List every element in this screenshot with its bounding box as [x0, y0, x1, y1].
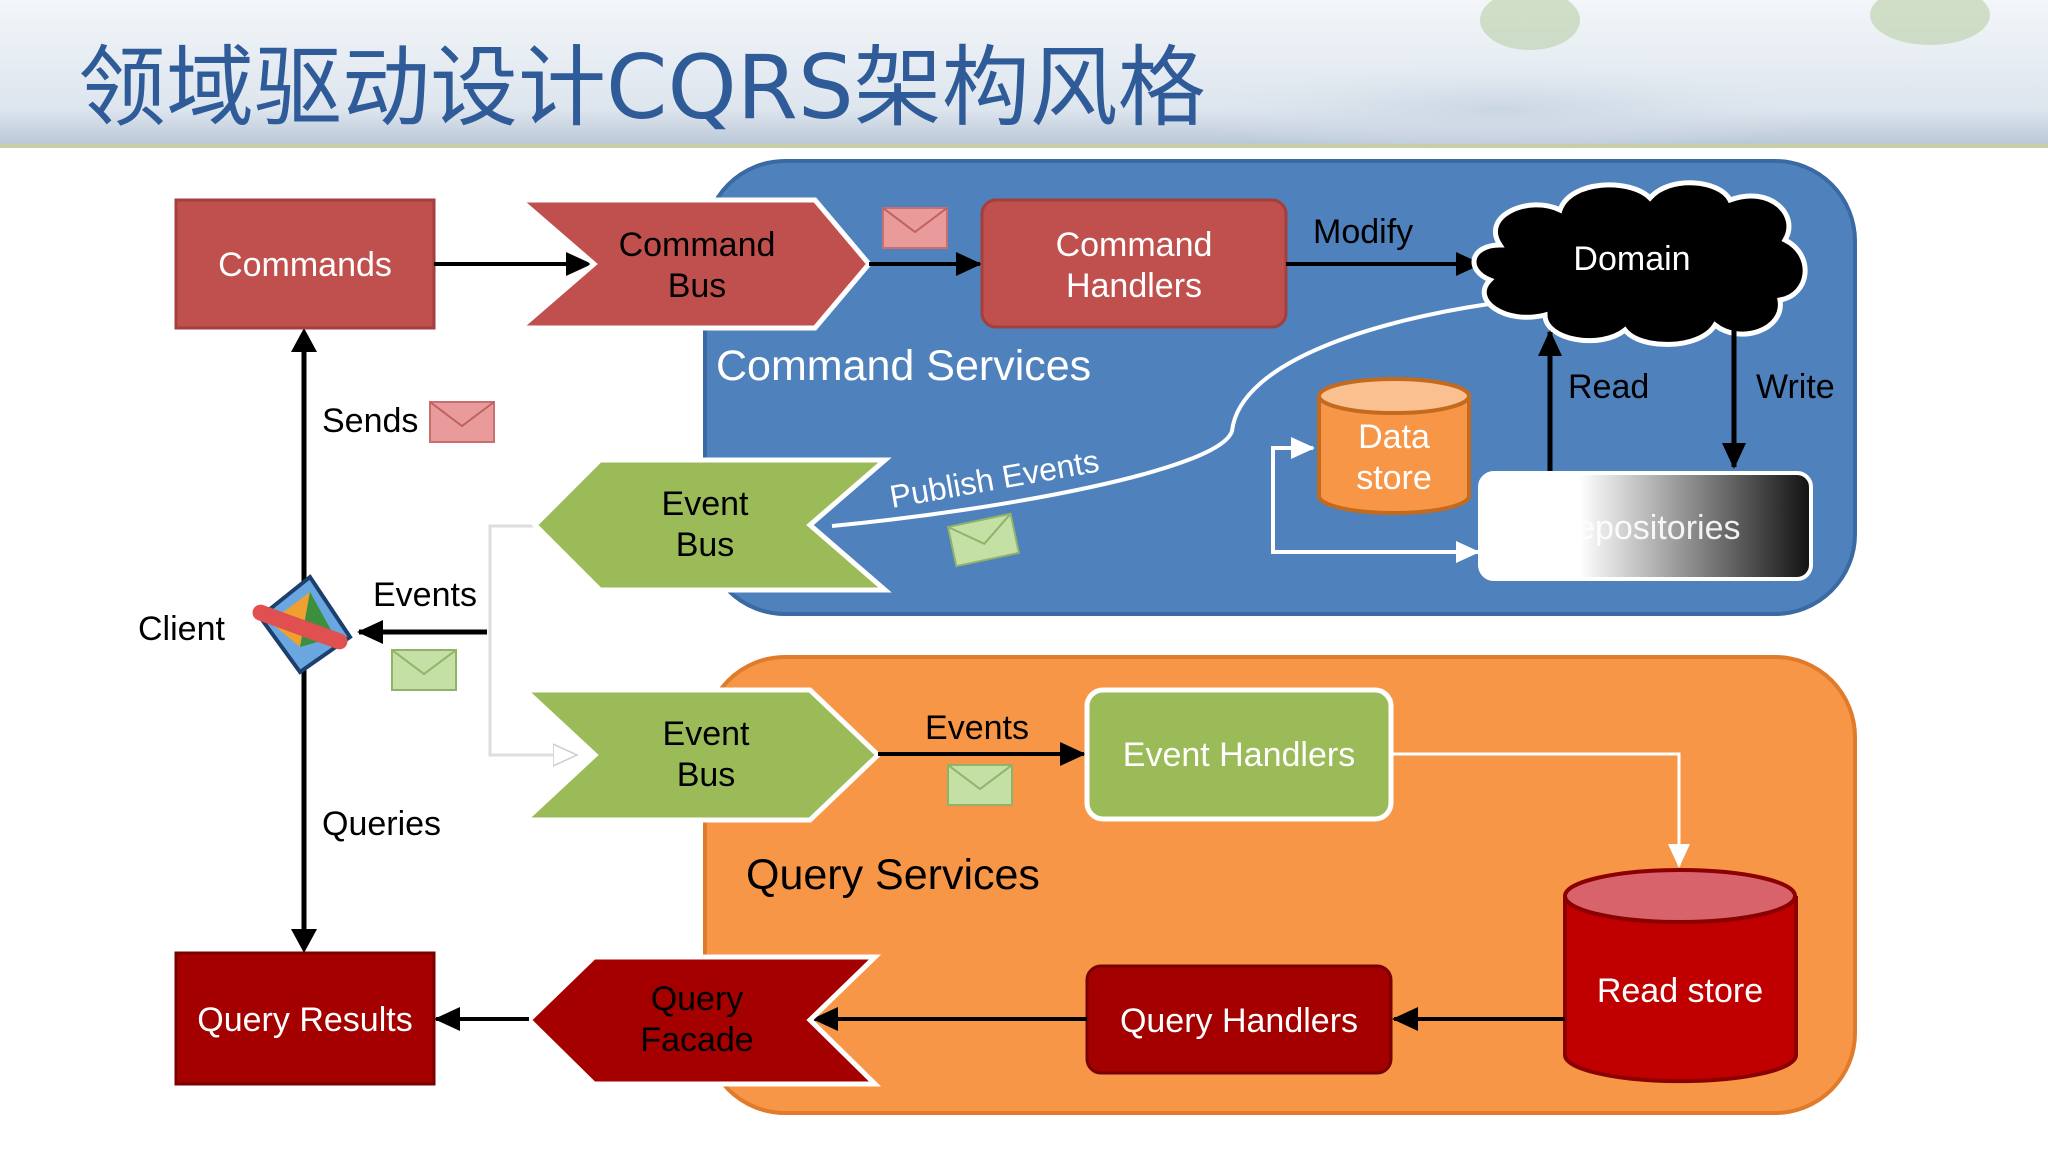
- read-label: Read: [1568, 368, 1649, 406]
- data-store-label-2: store: [1356, 459, 1432, 497]
- cqrs-diagram: 领域驱动设计CQRS架构风格 Command Services Query Se…: [0, 0, 2048, 1115]
- command-services-title: Command Services: [716, 342, 1091, 390]
- events-label-client: Events: [373, 576, 477, 614]
- event-bus-top-label-2: Bus: [676, 526, 735, 564]
- client-app-icon[interactable]: [250, 574, 353, 675]
- query-facade-label-2: Facade: [640, 1021, 753, 1059]
- queries-label: Queries: [322, 805, 441, 843]
- arrowhead-down: [291, 929, 317, 953]
- event-bus-bottom-label-1: Event: [663, 715, 750, 753]
- events-label-query: Events: [925, 709, 1029, 747]
- command-bus-label-2: Bus: [668, 267, 727, 305]
- envelope-icon: [391, 649, 457, 691]
- envelope-icon: [947, 764, 1013, 806]
- slide-title: 领域驱动设计CQRS架构风格: [78, 36, 1206, 139]
- query-results-label: Query Results: [197, 1001, 412, 1039]
- query-handlers-label: Query Handlers: [1120, 1002, 1358, 1040]
- command-handlers-label-1: Command: [1056, 226, 1213, 264]
- envelope-icon: [882, 207, 948, 249]
- arrowhead-up: [291, 328, 317, 352]
- event-bus-top-label-1: Event: [662, 485, 749, 523]
- query-facade-label-1: Query: [651, 980, 744, 1018]
- event-bus-query-side[interactable]: [518, 687, 882, 823]
- domain-label: Domain: [1573, 240, 1690, 278]
- client-label: Client: [138, 610, 225, 648]
- envelope-icon: [429, 401, 495, 443]
- command-bus-label-1: Command: [619, 226, 776, 264]
- event-bus-bottom-label-2: Bus: [677, 756, 736, 794]
- slide: 领域驱动设计CQRS架构风格 Command Services Query Se…: [0, 0, 2048, 1151]
- write-label: Write: [1756, 368, 1835, 406]
- data-store-label-1: Data: [1358, 418, 1430, 456]
- commands-label: Commands: [218, 246, 392, 284]
- command-handlers-label-2: Handlers: [1066, 267, 1202, 305]
- read-store-label: Read store: [1597, 972, 1763, 1010]
- event-handlers-label: Event Handlers: [1123, 736, 1355, 774]
- query-services-title: Query Services: [746, 851, 1040, 899]
- sends-label: Sends: [322, 402, 418, 440]
- repositories-label: Repositories: [1552, 509, 1741, 547]
- modify-label: Modify: [1313, 213, 1413, 251]
- water-ripple-decoration: [1180, 65, 1820, 155]
- header-divider: [0, 144, 2048, 148]
